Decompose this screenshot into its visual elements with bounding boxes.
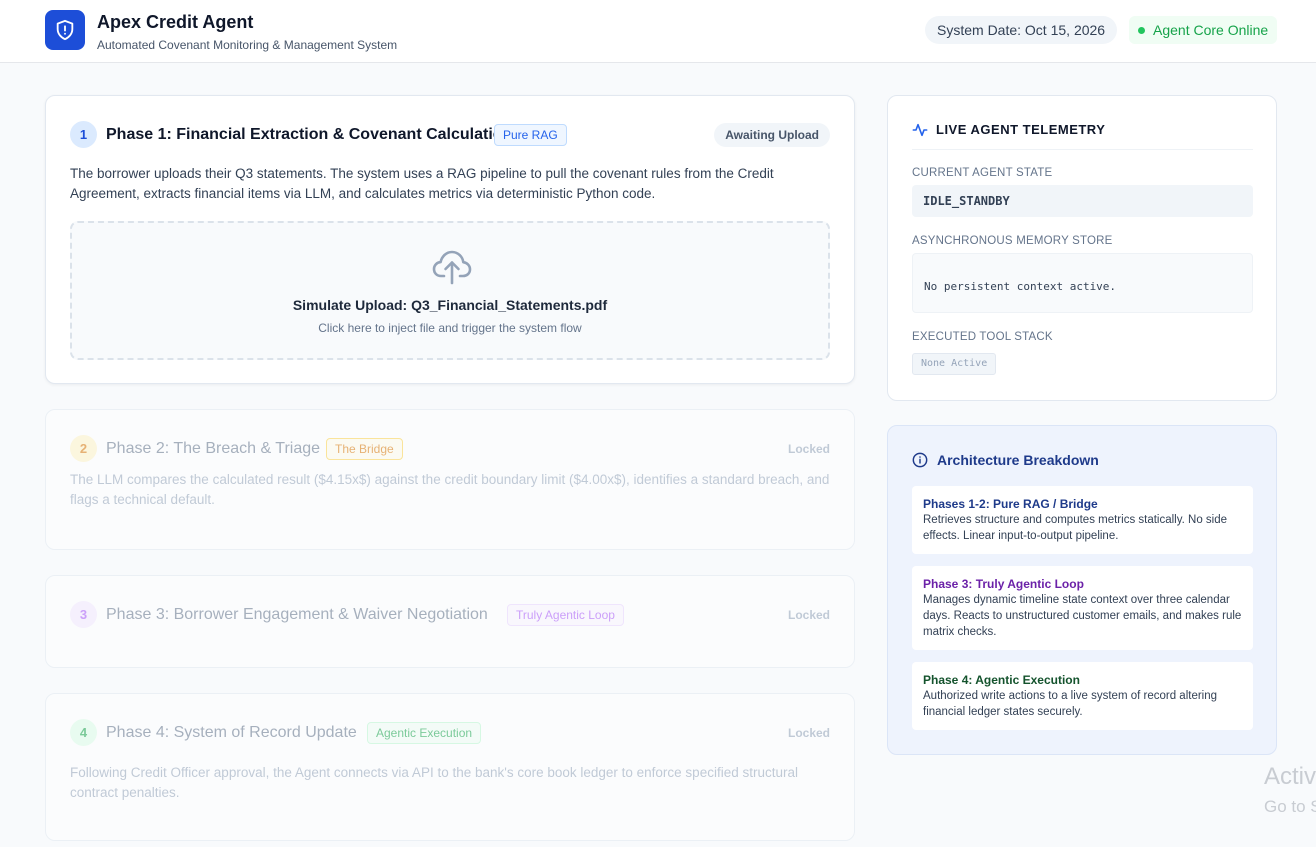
architecture-title: Architecture Breakdown (937, 452, 1099, 468)
activation-watermark: Activ (1264, 763, 1316, 790)
phase-3-title: Phase 3: Borrower Engagement & Waiver Ne… (106, 606, 488, 623)
app-title: Apex Credit Agent (97, 12, 254, 32)
phase-3-tag: Truly Agentic Loop (507, 604, 624, 626)
telemetry-panel: LIVE AGENT TELEMETRY CURRENT AGENT STATE… (887, 95, 1277, 401)
agent-status-label: Agent Core Online (1153, 22, 1269, 38)
phase-1-description: The borrower uploads their Q3 statements… (70, 166, 774, 201)
phase-2-description: The LLM compares the calculated result (… (70, 472, 830, 507)
phase-4-title: Phase 4: System of Record Update (106, 724, 357, 741)
phase-4-tag: Agentic Execution (367, 722, 482, 744)
architecture-item: Phase 4: Agentic Execution Authorized wr… (912, 662, 1253, 730)
telemetry-header: LIVE AGENT TELEMETRY (912, 120, 1253, 150)
phase-2-title: Phase 2: The Breach & Triage (106, 440, 321, 457)
phase-3-card: 3 Phase 3: Borrower Engagement & Waiver … (45, 575, 855, 668)
phase-4-number: 4 (70, 719, 97, 746)
architecture-item-text: Retrieves structure and computes metrics… (923, 514, 1228, 542)
phase-2-status: Locked (787, 442, 830, 456)
phase-1-status: Awaiting Upload (714, 123, 830, 147)
architecture-item-title: Phases 1-2: Pure RAG / Bridge (923, 497, 1098, 511)
upload-title: Simulate Upload: Q3_Financial_Statements… (292, 297, 608, 313)
architecture-item-title: Phase 3: Truly Agentic Loop (923, 577, 1084, 591)
upload-cloud-icon (432, 250, 472, 285)
architecture-item: Phase 3: Truly Agentic Loop Manages dyna… (912, 566, 1253, 650)
agent-status-badge: Agent Core Online (1129, 16, 1278, 44)
phase-2-number: 2 (70, 435, 97, 462)
shield-alert-icon (45, 10, 85, 50)
tool-stack-badge: None Active (912, 353, 997, 375)
info-icon (912, 452, 928, 468)
phase-1-card: 1 Phase 1: Financial Extraction & Covena… (45, 95, 855, 384)
phase-1-tag: Pure RAG (494, 124, 567, 146)
phase-2-card: 2 Phase 2: The Breach & Triage The Bridg… (45, 409, 855, 550)
architecture-item-title: Phase 4: Agentic Execution (923, 673, 1080, 687)
memory-store-label: ASYNCHRONOUS MEMORY STORE (912, 235, 1113, 247)
phase-4-card: 4 Phase 4: System of Record Update Agent… (45, 693, 855, 841)
phase-4-description: Following Credit Officer approval, the A… (70, 765, 798, 800)
phase-2-tag: The Bridge (326, 438, 403, 460)
app-header: Apex Credit Agent Automated Covenant Mon… (0, 0, 1316, 63)
status-dot-icon (1138, 26, 1145, 34)
architecture-panel: Architecture Breakdown Phases 1-2: Pure … (887, 425, 1277, 755)
activity-icon (912, 123, 928, 137)
system-date-badge: System Date: Oct 15, 2026 (925, 16, 1118, 44)
activation-watermark-hint: Go to S (1264, 797, 1316, 816)
phase-1-number: 1 (70, 121, 97, 148)
agent-state-value: IDLE_STANDBY (912, 185, 1253, 217)
architecture-item-text: Manages dynamic timeline state context o… (923, 594, 1242, 638)
architecture-header: Architecture Breakdown (912, 452, 1099, 468)
telemetry-title: LIVE AGENT TELEMETRY (936, 122, 1106, 137)
architecture-item-text: Authorized write actions to a live syste… (923, 690, 1218, 718)
upload-dropzone[interactable]: Simulate Upload: Q3_Financial_Statements… (70, 221, 830, 360)
upload-hint: Click here to inject file and trigger th… (318, 321, 582, 335)
memory-store-value: No persistent context active. (912, 253, 1253, 313)
agent-state-label: CURRENT AGENT STATE (912, 167, 1053, 179)
tool-stack-label: EXECUTED TOOL STACK (912, 331, 1053, 343)
phase-4-status: Locked (787, 726, 830, 740)
app-subtitle: Automated Covenant Monitoring & Manageme… (97, 38, 398, 52)
phase-3-number: 3 (70, 601, 97, 628)
phase-3-status: Locked (787, 608, 830, 622)
phase-1-title: Phase 1: Financial Extraction & Covenant… (106, 126, 513, 143)
architecture-item: Phases 1-2: Pure RAG / Bridge Retrieves … (912, 486, 1253, 554)
